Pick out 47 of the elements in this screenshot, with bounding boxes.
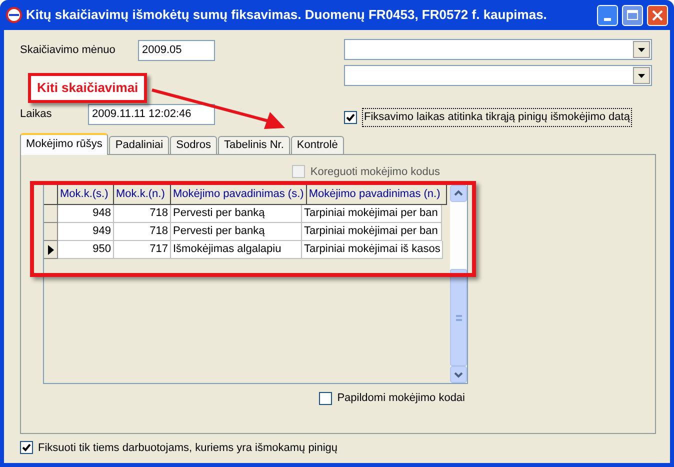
column-header[interactable]: Mok.k.(n.) (114, 185, 171, 205)
checkbox[interactable] (20, 441, 33, 454)
check-icon (22, 443, 31, 452)
close-button[interactable] (647, 4, 668, 26)
column-header[interactable]: Mok.k.(s.) (58, 185, 114, 205)
table-cell: 717 (114, 241, 171, 259)
scroll-down-icon[interactable] (450, 366, 467, 383)
table-cell: Tarpiniai mokėjimai per ban (302, 205, 442, 223)
tab[interactable]: Tabelinis Nr. (218, 136, 290, 154)
table-cell: 718 (114, 205, 171, 223)
table-cell: 718 (114, 223, 171, 241)
app-icon (6, 7, 22, 23)
row-indicator[interactable] (44, 241, 58, 259)
table-cell: 950 (58, 241, 114, 259)
scroll-thumb[interactable] (450, 269, 467, 366)
checkbox-label: Fiksavimo laikas atitinka tikrąją pinigų išmokėjimo datą (362, 108, 632, 126)
scrollbar[interactable] (450, 185, 467, 383)
row-pointer-icon (48, 244, 54, 254)
column-header[interactable]: Mokėjimo pavadinimas (n.) (306, 185, 447, 205)
checkbox-label: Fiksuoti tik tiems darbuotojams, kuriems yra išmokamų pinigų (38, 440, 338, 456)
tab[interactable]: Sodros (170, 136, 217, 154)
month-field[interactable]: 2009.05 (138, 40, 215, 60)
annotation-callout: Kiti skaičiavimai (28, 73, 148, 102)
checkbox[interactable] (344, 110, 357, 124)
table-cell: Pervesti per banką (171, 223, 302, 241)
table-cell: Išmokėjimas algalapiu (171, 241, 302, 259)
scroll-up-icon[interactable] (450, 185, 467, 202)
table-cell: 948 (58, 205, 114, 223)
maximize-button[interactable] (622, 4, 643, 26)
checkbox[interactable] (319, 392, 332, 405)
field-label: Laikas (20, 106, 53, 122)
table-cell: Pervesti per banką (171, 205, 302, 223)
tab[interactable]: Kontrolė (290, 136, 344, 154)
checkbox-label: Koreguoti mokėjimo kodus (310, 164, 440, 180)
tab[interactable]: Mokėjimo rūšys (20, 132, 108, 154)
field-label: Skaičiavimo mėnuo (20, 42, 116, 58)
time-field[interactable]: 2009.11.11 12:02:46 (88, 104, 215, 124)
table-cell: 949 (58, 223, 114, 241)
tab[interactable]: Padaliniai (109, 136, 170, 154)
close-icon (652, 10, 663, 20)
window-title: Kitų skaičiavimų išmokėtų sumų fiksavimas. Duomenų FR0453, FR0572 f. kaupimas. (26, 6, 548, 24)
check-icon (346, 112, 355, 122)
checkbox-label: Papildomi mokėjimo kodai (337, 391, 465, 406)
minimize-button[interactable] (597, 4, 618, 26)
column-header[interactable]: Mokėjimo pavadinimas (s.) (171, 185, 307, 205)
table-cell: Tarpiniai mokėjimai per ban (302, 223, 442, 241)
table-cell: Tarpiniai mokėjimai iš kasos (302, 241, 444, 259)
